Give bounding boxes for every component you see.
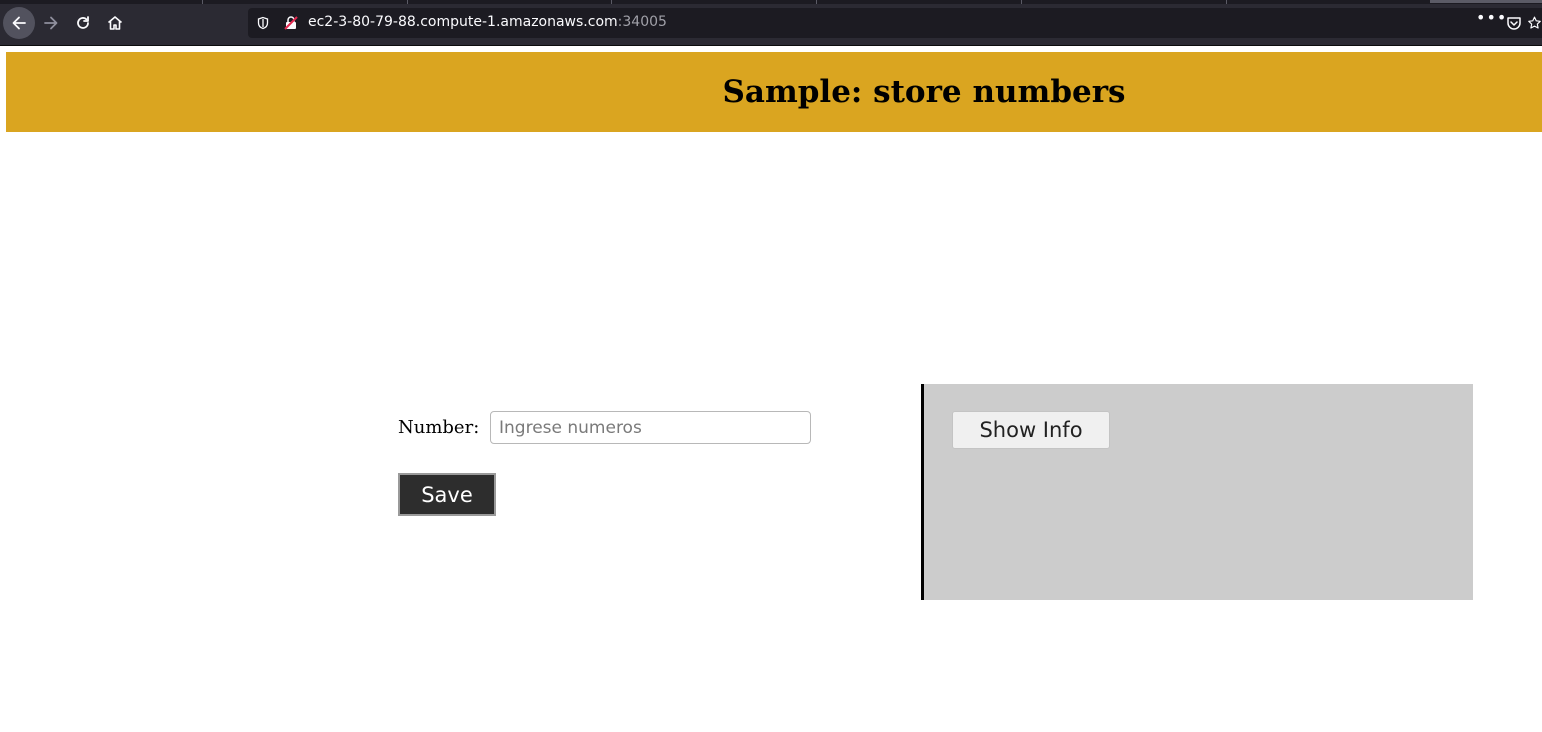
home-button[interactable] xyxy=(100,8,130,38)
info-panel: Show Info xyxy=(921,384,1473,600)
pocket-icon xyxy=(1507,17,1521,30)
forward-button[interactable] xyxy=(36,8,66,38)
pocket-button[interactable] xyxy=(1499,8,1529,38)
page-title: Sample: store numbers xyxy=(722,74,1126,110)
reload-button[interactable] xyxy=(68,8,98,38)
back-arrow-icon xyxy=(12,16,26,30)
insecure-lock-icon[interactable] xyxy=(283,15,299,31)
number-label: Number: xyxy=(398,417,480,438)
url-text[interactable]: ec2-3-80-79-88.compute-1.amazonaws.com:3… xyxy=(308,14,667,30)
back-button[interactable] xyxy=(3,7,35,39)
bookmark-button[interactable] xyxy=(1527,8,1542,38)
bookmark-star-icon xyxy=(1528,16,1541,29)
home-icon xyxy=(107,16,123,30)
url-bar[interactable]: ec2-3-80-79-88.compute-1.amazonaws.com:3… xyxy=(248,8,1542,38)
tab-divider xyxy=(816,0,817,4)
url-host: ec2-3-80-79-88.compute-1.amazonaws.com xyxy=(308,14,618,30)
page-header: Sample: store numbers xyxy=(6,52,1542,132)
tab-strip xyxy=(0,0,1542,4)
reload-icon xyxy=(77,16,89,29)
number-input[interactable] xyxy=(490,411,811,444)
active-tab-indicator xyxy=(1430,0,1542,3)
show-info-button[interactable]: Show Info xyxy=(952,411,1110,449)
url-port: :34005 xyxy=(617,14,667,30)
tab-divider xyxy=(407,0,408,4)
forward-arrow-icon xyxy=(44,16,58,30)
browser-toolbar: ec2-3-80-79-88.compute-1.amazonaws.com:3… xyxy=(0,0,1542,46)
tab-divider xyxy=(611,0,612,4)
tab-divider xyxy=(202,0,203,4)
tab-divider xyxy=(1226,0,1227,4)
tracking-shield-icon[interactable] xyxy=(255,15,271,31)
tab-divider xyxy=(1021,0,1022,4)
save-button[interactable]: Save xyxy=(398,473,496,516)
